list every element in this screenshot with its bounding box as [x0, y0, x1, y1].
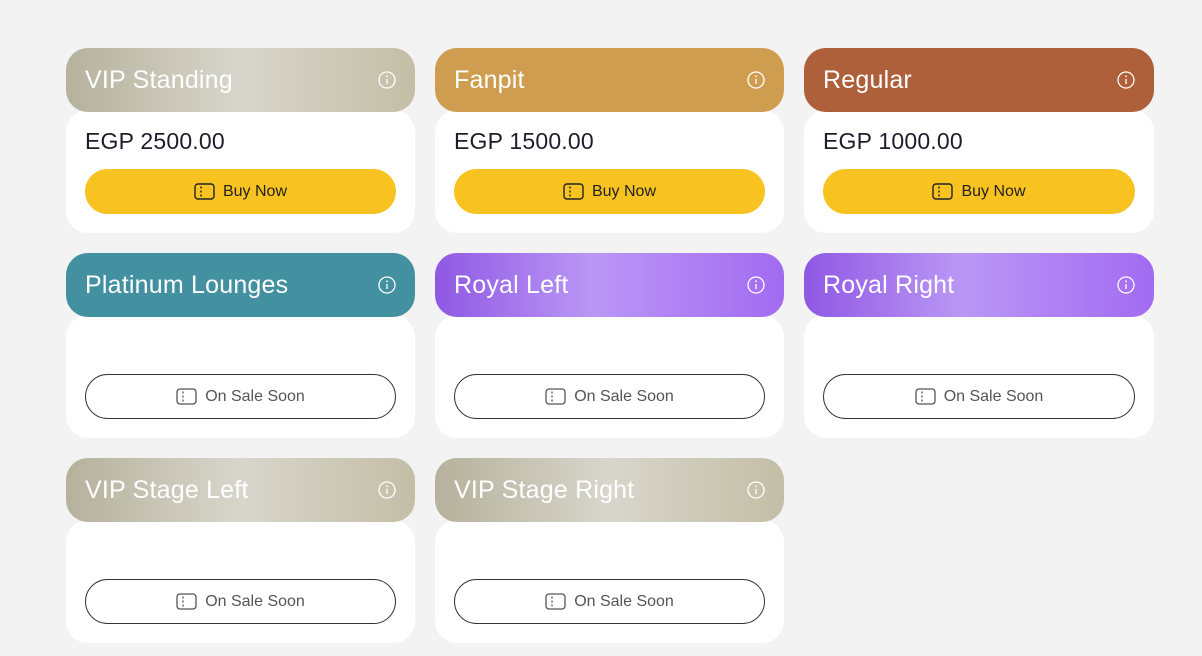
- ticket-price: EGP 1000.00: [823, 128, 963, 154]
- ticket-card-regular: Regular EGP 1000.00 Buy Now: [804, 48, 1154, 233]
- on-sale-soon-button[interactable]: On Sale Soon: [454, 579, 765, 624]
- info-icon[interactable]: [378, 71, 396, 89]
- ticket-body: EGP 1500.00 Buy Now: [435, 110, 784, 233]
- ticket-title: Royal Right: [823, 270, 955, 299]
- ticket-price: EGP 2500.00: [85, 128, 225, 154]
- info-icon[interactable]: [747, 276, 765, 294]
- buy-now-button[interactable]: Buy Now: [823, 169, 1135, 214]
- on-sale-soon-button[interactable]: On Sale Soon: [454, 374, 765, 419]
- ticket-body: EGP 2500.00 Buy Now: [66, 110, 415, 233]
- ticket-title: Regular: [823, 65, 912, 94]
- ticket-card-royal-left: Royal Left On Sale Soon: [435, 253, 784, 438]
- button-label: On Sale Soon: [205, 592, 305, 610]
- button-label: Buy Now: [961, 182, 1026, 200]
- ticket-body: On Sale Soon: [435, 315, 784, 438]
- ticket-icon: [932, 183, 954, 200]
- ticket-price: [85, 538, 396, 564]
- ticket-title: Fanpit: [454, 65, 525, 94]
- info-icon[interactable]: [378, 481, 396, 499]
- ticket-body: On Sale Soon: [66, 520, 415, 643]
- ticket-price: EGP 1500.00: [454, 128, 594, 154]
- ticket-icon: [176, 593, 197, 610]
- ticket-body: On Sale Soon: [435, 520, 784, 643]
- ticket-body: On Sale Soon: [804, 315, 1154, 438]
- ticket-card-platinum-lounges: Platinum Lounges On Sale Soon: [66, 253, 415, 438]
- ticket-title: Royal Left: [454, 270, 569, 299]
- buy-now-button[interactable]: Buy Now: [454, 169, 765, 214]
- button-label: Buy Now: [591, 182, 657, 200]
- ticket-icon: [563, 183, 584, 200]
- ticket-card-vip-stage-right: VIP Stage Right On Sale Soon: [435, 458, 784, 643]
- info-icon[interactable]: [747, 71, 765, 89]
- ticket-header: VIP Standing: [66, 48, 415, 112]
- ticket-header: VIP Stage Right: [435, 458, 784, 522]
- info-icon[interactable]: [1117, 71, 1135, 89]
- ticket-icon: [194, 183, 215, 200]
- ticket-header: Fanpit: [435, 48, 784, 112]
- buy-now-button[interactable]: Buy Now: [85, 169, 396, 214]
- button-label: On Sale Soon: [574, 387, 674, 405]
- ticket-title: Platinum Lounges: [85, 270, 289, 299]
- ticket-body: EGP 1000.00 Buy Now: [804, 110, 1154, 233]
- ticket-header: VIP Stage Left: [66, 458, 415, 522]
- button-label: On Sale Soon: [943, 387, 1044, 405]
- ticket-card-royal-right: Royal Right On Sale Soon: [804, 253, 1154, 438]
- ticket-body: On Sale Soon: [66, 315, 415, 438]
- ticket-title: VIP Stage Right: [454, 475, 635, 504]
- ticket-title: VIP Standing: [85, 65, 233, 94]
- ticket-price: [454, 333, 765, 359]
- ticket-price: [85, 333, 396, 359]
- ticket-header: Royal Right: [804, 253, 1154, 317]
- ticket-header: Royal Left: [435, 253, 784, 317]
- ticket-header: Platinum Lounges: [66, 253, 415, 317]
- ticket-card-vip-standing: VIP Standing EGP 2500.00 Buy Now: [66, 48, 415, 233]
- ticket-icon: [915, 388, 936, 405]
- ticket-header: Regular: [804, 48, 1154, 112]
- ticket-icon: [545, 593, 566, 610]
- ticket-price: [823, 333, 1135, 359]
- on-sale-soon-button[interactable]: On Sale Soon: [85, 374, 396, 419]
- on-sale-soon-button[interactable]: On Sale Soon: [85, 579, 396, 624]
- ticket-icon: [176, 388, 197, 405]
- ticket-title: VIP Stage Left: [85, 475, 249, 504]
- info-icon[interactable]: [378, 276, 396, 294]
- ticket-card-fanpit: Fanpit EGP 1500.00 Buy Now: [435, 48, 784, 233]
- button-label: On Sale Soon: [574, 592, 674, 610]
- ticket-grid: VIP Standing EGP 2500.00 Buy Now Fanpit …: [66, 48, 1154, 643]
- on-sale-soon-button[interactable]: On Sale Soon: [823, 374, 1135, 419]
- ticket-card-vip-stage-left: VIP Stage Left On Sale Soon: [66, 458, 415, 643]
- button-label: Buy Now: [222, 182, 288, 200]
- ticket-icon: [545, 388, 566, 405]
- info-icon[interactable]: [1117, 276, 1135, 294]
- button-label: On Sale Soon: [205, 387, 305, 405]
- info-icon[interactable]: [747, 481, 765, 499]
- ticket-price: [454, 538, 765, 564]
